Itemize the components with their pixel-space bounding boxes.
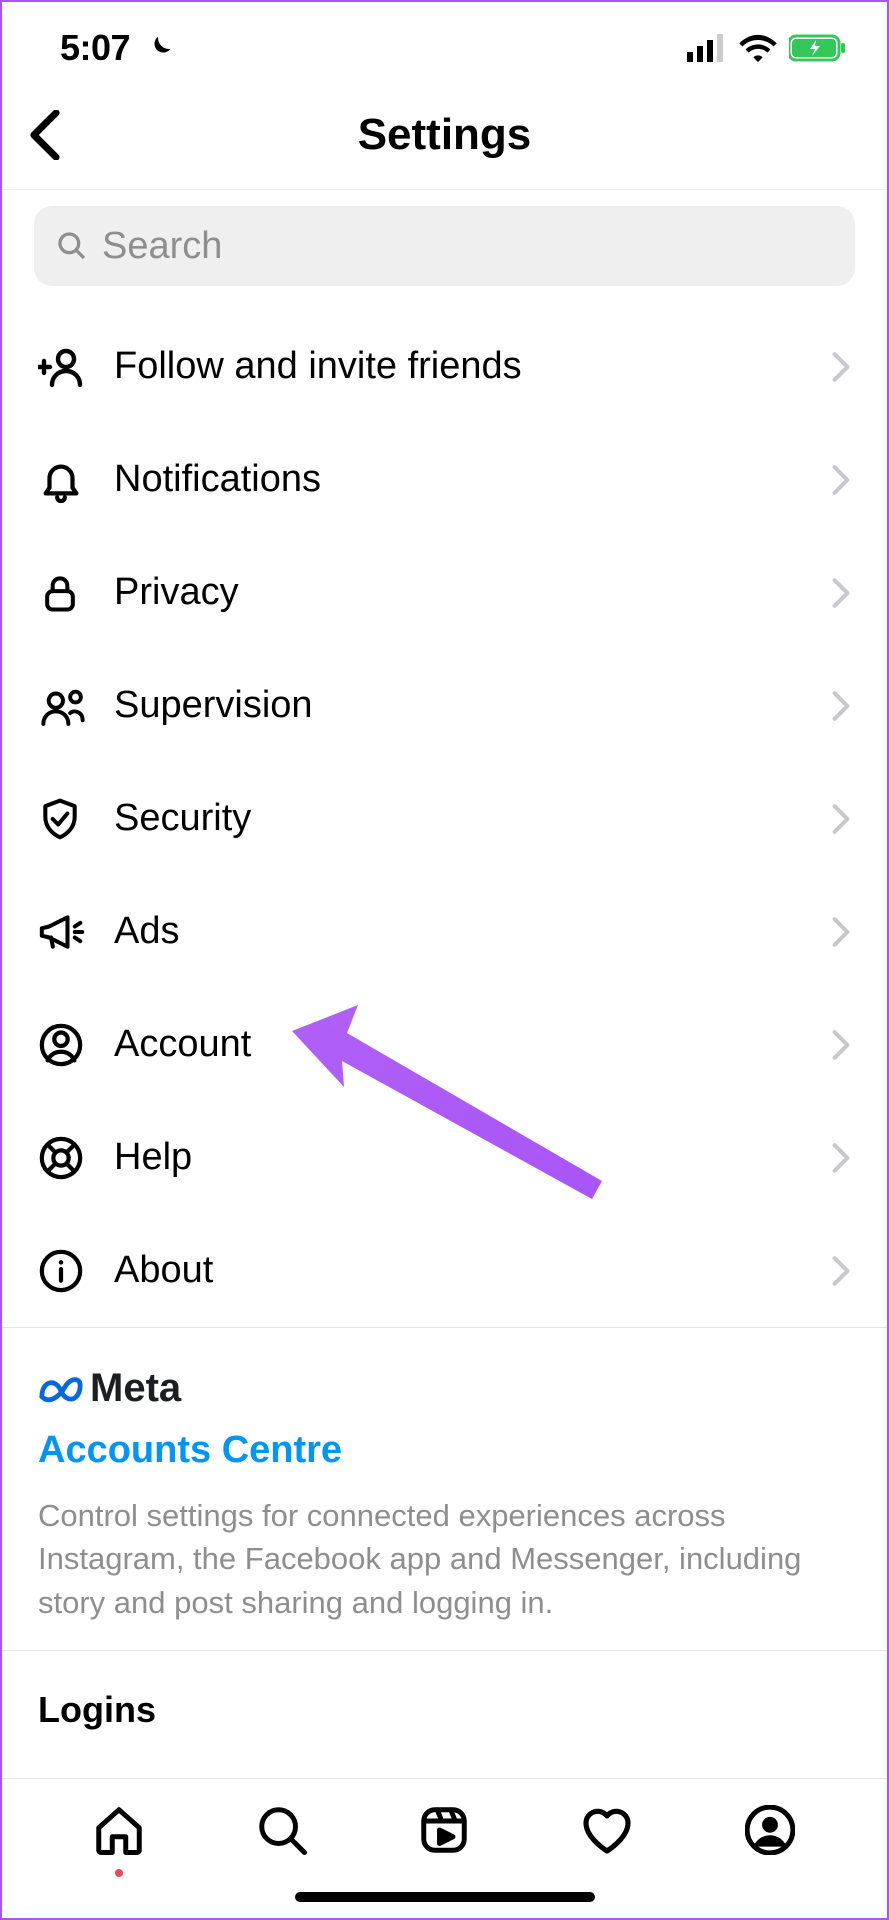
menu-item-label: Security [114,797,831,840]
meta-brand-text: Meta [90,1366,181,1411]
menu-item-notifications[interactable]: Notifications [2,423,887,536]
chevron-right-icon [831,1029,851,1061]
chevron-right-icon [831,690,851,722]
home-indicator[interactable] [295,1892,595,1902]
chevron-right-icon [831,1142,851,1174]
menu-item-label: Follow and invite friends [114,345,831,388]
chevron-right-icon [831,577,851,609]
shield-check-icon [38,796,94,842]
meta-infinity-icon [38,1373,84,1405]
meta-logo: Meta [38,1366,851,1411]
nav-activity[interactable] [576,1799,638,1861]
people-icon [38,684,94,728]
page-title: Settings [358,110,532,160]
nav-home[interactable] [88,1799,150,1861]
lifebuoy-icon [38,1135,94,1181]
cellular-signal-icon [687,34,727,62]
search-input[interactable] [102,225,833,268]
page-header: Settings [2,80,887,190]
menu-item-label: Supervision [114,684,831,727]
menu-item-privacy[interactable]: Privacy [2,536,887,649]
logins-section: Logins [2,1651,887,1761]
meta-description: Control settings for connected experienc… [38,1494,851,1624]
menu-item-help[interactable]: Help [2,1101,887,1214]
menu-item-label: Help [114,1136,831,1179]
settings-list: Follow and invite friends Notifications … [2,296,887,1327]
menu-item-label: About [114,1249,831,1292]
lock-icon [38,570,94,616]
notification-dot-icon [115,1869,123,1877]
menu-item-label: Privacy [114,571,831,614]
logins-heading: Logins [38,1689,851,1731]
back-button[interactable] [20,110,70,160]
menu-item-about[interactable]: About [2,1214,887,1327]
accounts-centre-link[interactable]: Accounts Centre [38,1429,851,1472]
megaphone-icon [38,910,94,954]
user-circle-icon [38,1022,94,1068]
nav-search[interactable] [251,1799,313,1861]
chevron-right-icon [831,351,851,383]
content-area: Follow and invite friends Notifications … [2,190,887,1761]
info-icon [38,1248,94,1294]
chevron-right-icon [831,803,851,835]
menu-item-security[interactable]: Security [2,762,887,875]
search-box[interactable] [34,206,855,286]
menu-item-ads[interactable]: Ads [2,875,887,988]
nav-reels[interactable] [413,1799,475,1861]
menu-item-label: Notifications [114,458,831,501]
menu-item-label: Ads [114,910,831,953]
bell-icon [38,457,94,503]
user-plus-icon [38,343,94,391]
chevron-right-icon [831,916,851,948]
chevron-right-icon [831,1255,851,1287]
chevron-right-icon [831,464,851,496]
menu-item-label: Account [114,1023,831,1066]
moon-icon [144,33,174,63]
meta-section: Meta Accounts Centre Control settings fo… [2,1327,887,1651]
clock-time: 5:07 [60,27,130,69]
nav-profile[interactable] [739,1799,801,1861]
wifi-icon [739,34,777,62]
battery-charging-icon [789,34,847,62]
menu-item-supervision[interactable]: Supervision [2,649,887,762]
menu-item-account[interactable]: Account [2,988,887,1101]
search-icon [56,230,88,262]
status-bar: 5:07 [2,2,887,80]
menu-item-follow-invite[interactable]: Follow and invite friends [2,310,887,423]
